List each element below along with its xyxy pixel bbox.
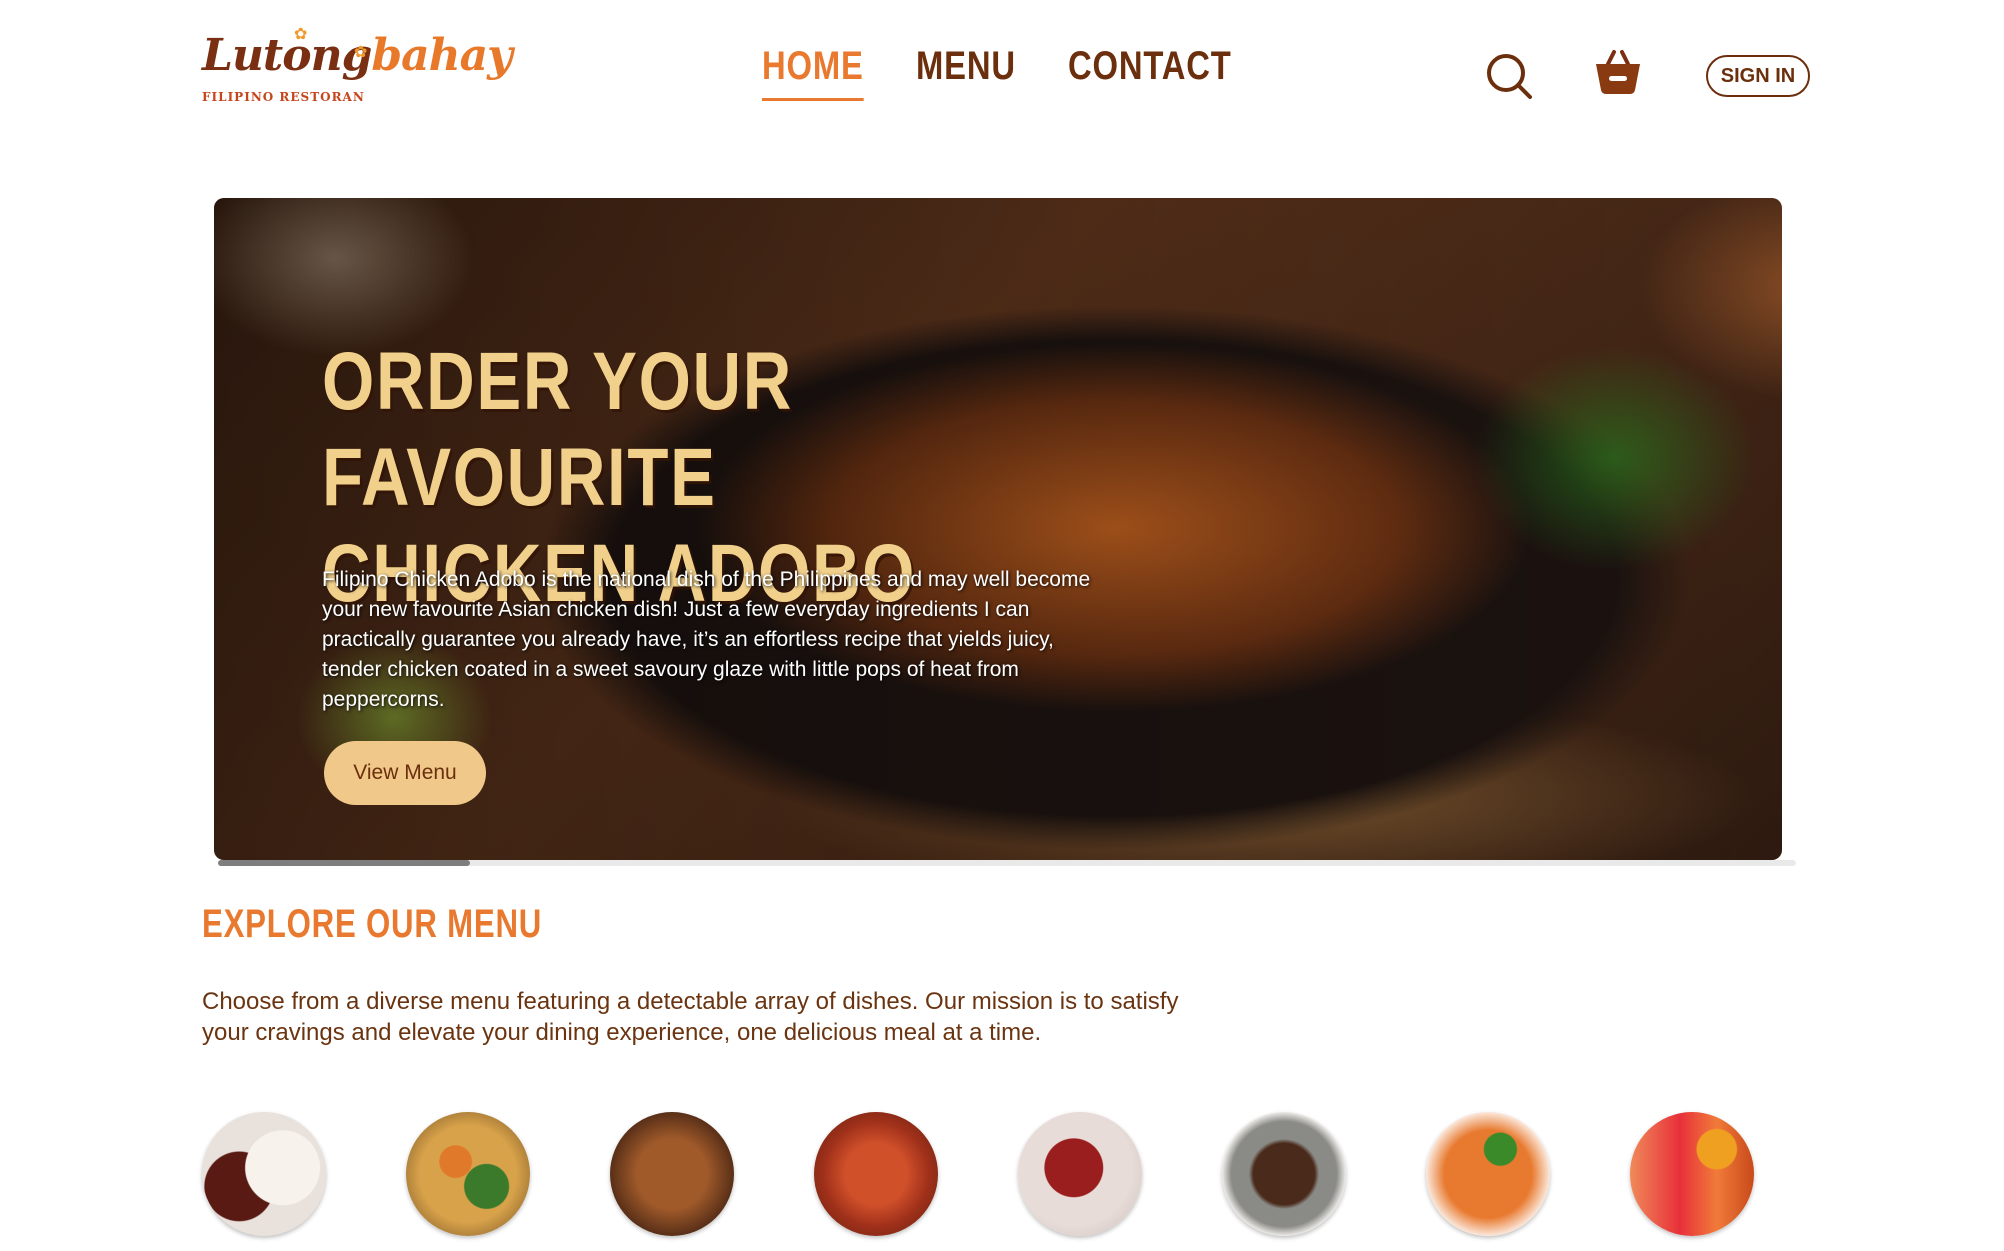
nav-menu[interactable]: MENU — [916, 44, 1016, 95]
logo-tagline: FILIPINO RESTORAN — [202, 90, 365, 104]
nav-contact[interactable]: CONTACT — [1068, 44, 1232, 95]
menu-category-image[interactable] — [1426, 1112, 1550, 1236]
main-nav: HOME MENU CONTACT — [762, 44, 1267, 101]
menu-category-list — [202, 1112, 1762, 1238]
menu-category-image[interactable] — [1018, 1112, 1142, 1236]
menu-category-image[interactable] — [202, 1112, 326, 1236]
hero-banner: ORDER YOUR FAVOURITE CHICKEN ADOBO Filip… — [214, 198, 1782, 860]
nav-home[interactable]: HOME — [762, 44, 864, 101]
brand-logo[interactable]: Lutongbahay ✿ ✿ FILIPINO RESTORAN — [202, 24, 513, 118]
explore-menu-description: Choose from a diverse menu featuring a d… — [202, 988, 1179, 1046]
sign-in-button[interactable]: SIGN IN — [1706, 55, 1810, 97]
menu-category-image[interactable] — [1630, 1112, 1754, 1236]
carousel-scrollbar-thumb[interactable] — [218, 860, 470, 866]
shopping-basket-icon[interactable] — [1592, 46, 1644, 98]
menu-category-image[interactable] — [406, 1112, 530, 1236]
flower-icon: ✿ — [354, 42, 368, 61]
search-icon[interactable] — [1485, 52, 1535, 102]
menu-category-image[interactable] — [814, 1112, 938, 1236]
menu-category-image[interactable] — [610, 1112, 734, 1236]
menu-category-image[interactable] — [1222, 1112, 1346, 1236]
carousel-scrollbar[interactable] — [218, 860, 1796, 866]
view-menu-button[interactable]: View Menu — [324, 741, 486, 805]
hero-description: Filipino Chicken Adobo is the national d… — [322, 568, 1091, 711]
logo-word-lutong: Lutong — [202, 30, 372, 81]
site-header: Lutongbahay ✿ ✿ FILIPINO RESTORAN HOME M… — [0, 0, 2004, 150]
explore-menu-heading: EXPLORE OUR MENU — [202, 902, 543, 946]
logo-word-bahay: bahay — [371, 30, 512, 81]
flower-icon: ✿ — [294, 24, 308, 43]
